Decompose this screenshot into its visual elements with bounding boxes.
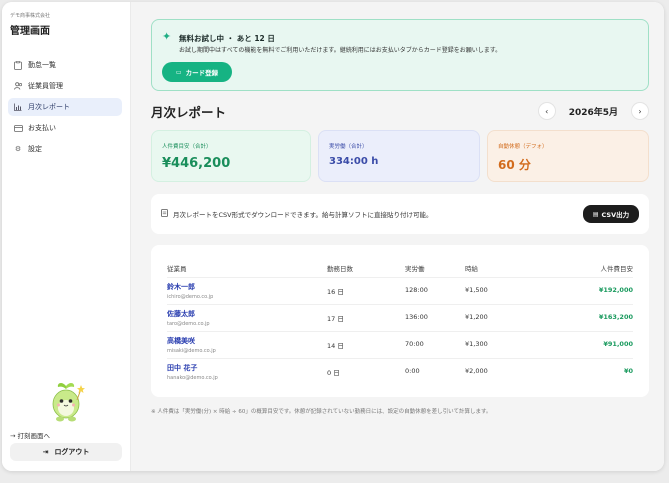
- days-cell: 0 日: [327, 369, 340, 377]
- cost-cell: ¥192,000: [598, 286, 633, 294]
- employee-cell: 田中 花子 hanako@demo.co.jp: [167, 359, 218, 381]
- kpi-value: 334:00 h: [329, 156, 379, 167]
- wage-cell: ¥1,500: [465, 286, 488, 294]
- download-icon: ▤: [592, 210, 599, 218]
- sidebar-item-label: 勤怠一覧: [28, 61, 56, 69]
- next-month-button[interactable]: ›: [632, 103, 648, 119]
- employee-email: taro@demo.co.jp: [167, 321, 210, 327]
- trial-title: 無料お試し中 ・ あと 12 日: [179, 34, 275, 43]
- sidebar-item-employees[interactable]: 従業員管理: [8, 77, 122, 95]
- prev-month-button[interactable]: ‹: [538, 103, 555, 119]
- switch-to-punch-link[interactable]: → 打刻画面へ: [10, 430, 50, 440]
- days-cell: 16 日: [327, 288, 344, 296]
- credit-card-icon: [13, 123, 23, 133]
- csv-export-card: 月次レポートをCSV形式でダウンロードできます。給与計算ソフトに直接貼り付け可能…: [151, 194, 649, 234]
- kpi-label: 実労働（合計）: [329, 144, 368, 150]
- sidebar-nav: 勤怠一覧 従業員管理 月次レポート お支払い ⚙ 設定: [8, 56, 122, 161]
- sidebar-item-settings[interactable]: ⚙ 設定: [8, 140, 122, 158]
- logout-button[interactable]: ⇥ ログアウト: [10, 443, 122, 461]
- table-row[interactable]: 佐藤太郎 taro@demo.co.jp 17 日 136:00 ¥1,200 …: [167, 304, 633, 330]
- cost-cell: ¥163,200: [598, 313, 633, 321]
- sparkle-icon: ✦: [162, 30, 172, 43]
- logout-label: ログアウト: [54, 448, 90, 456]
- sidebar-item-payment[interactable]: お支払い: [8, 119, 122, 137]
- sidebar-item-label: お支払い: [28, 124, 56, 132]
- footnote: ※ 人件費は「実労働(分) × 時給 ÷ 60」の概算目安です。休憩が記録されて…: [151, 409, 492, 415]
- header-hours: 実労働: [405, 265, 425, 273]
- sidebar: デモ商事株式会社 管理画面 勤怠一覧 従業員管理 月次レポート お支払い ⚙ 設…: [2, 2, 130, 471]
- kpi-labor-cost: 人件費目安（合計） ¥446,200: [151, 130, 311, 182]
- cost-cell: ¥0: [623, 367, 633, 375]
- employee-name[interactable]: 佐藤太郎: [167, 309, 210, 319]
- report-table: 従業員 勤務日数 実労働 時給 人件費目安 鈴木一郎 ichiro@demo.c…: [151, 245, 649, 397]
- company-name: デモ商事株式会社: [10, 13, 51, 19]
- wage-cell: ¥1,200: [465, 313, 488, 321]
- employee-email: ichiro@demo.co.jp: [167, 294, 214, 300]
- kpi-label: 自動休憩（デフォ）: [498, 144, 548, 150]
- clipboard-icon: [13, 60, 23, 70]
- sidebar-item-label: 従業員管理: [28, 82, 63, 90]
- sidebar-item-label: 月次レポート: [28, 103, 70, 111]
- admin-title: 管理画面: [10, 26, 50, 37]
- users-icon: [13, 81, 23, 91]
- employee-cell: 高橋美咲 misaki@demo.co.jp: [167, 332, 216, 354]
- trial-description: お試し期間中はすべての機能を無料でご利用いただけます。継続利用にはお支払いタブか…: [179, 47, 502, 54]
- employee-cell: 佐藤太郎 taro@demo.co.jp: [167, 305, 210, 327]
- employee-email: hanako@demo.co.jp: [167, 375, 218, 381]
- days-cell: 14 日: [327, 342, 344, 350]
- kpi-auto-break: 自動休憩（デフォ） 60 分: [487, 130, 649, 182]
- csv-export-button[interactable]: ▤ CSV出力: [583, 205, 639, 223]
- header-days: 勤務日数: [327, 265, 353, 273]
- card-register-button[interactable]: ▭ カード登録: [162, 62, 232, 82]
- mascot-image: [46, 380, 86, 424]
- header-employee: 従業員: [167, 265, 187, 273]
- table-header: 従業員 勤務日数 実労働 時給 人件費目安: [167, 263, 633, 275]
- header-wage: 時給: [465, 265, 478, 273]
- hours-cell: 70:00: [405, 340, 424, 348]
- table-row[interactable]: 高橋美咲 misaki@demo.co.jp 14 日 70:00 ¥1,300…: [167, 331, 633, 357]
- csv-description: 月次レポートをCSV形式でダウンロードできます。給与計算ソフトに直接貼り付け可能…: [173, 211, 433, 219]
- wage-cell: ¥1,300: [465, 340, 488, 348]
- kpi-work-hours: 実労働（合計） 334:00 h: [318, 130, 480, 182]
- employee-name[interactable]: 高橋美咲: [167, 336, 216, 346]
- current-month: 2026年5月: [568, 107, 618, 118]
- hours-cell: 128:00: [405, 286, 428, 294]
- kpi-label: 人件費目安（合計）: [162, 144, 212, 150]
- days-cell: 17 日: [327, 315, 344, 323]
- sidebar-item-monthly-report[interactable]: 月次レポート: [8, 98, 122, 116]
- trial-banner: ✦ 無料お試し中 ・ あと 12 日 お試し期間中はすべての機能を無料でご利用い…: [151, 19, 649, 91]
- month-navigator: ‹ 2026年5月 ›: [538, 103, 648, 119]
- card-register-label: カード登録: [185, 69, 219, 77]
- chevron-left-icon: ‹: [545, 106, 549, 116]
- hours-cell: 136:00: [405, 313, 428, 321]
- table-row[interactable]: 田中 花子 hanako@demo.co.jp 0 日 0:00 ¥2,000 …: [167, 358, 633, 384]
- wage-cell: ¥2,000: [465, 367, 488, 375]
- page-title: 月次レポート: [151, 105, 227, 120]
- bar-chart-icon: [13, 102, 23, 112]
- kpi-value: 60 分: [498, 158, 531, 172]
- hours-cell: 0:00: [405, 367, 420, 375]
- logout-icon: ⇥: [42, 448, 49, 456]
- sidebar-item-label: 設定: [28, 145, 42, 153]
- main-content: ✦ 無料お試し中 ・ あと 12 日 お試し期間中はすべての機能を無料でご利用い…: [130, 2, 664, 471]
- gear-icon: ⚙: [14, 145, 22, 153]
- employee-cell: 鈴木一郎 ichiro@demo.co.jp: [167, 278, 213, 300]
- csv-export-label: CSV出力: [601, 211, 630, 219]
- employee-name[interactable]: 鈴木一郎: [167, 282, 213, 292]
- document-icon: [161, 209, 168, 219]
- employee-email: misaki@demo.co.jp: [167, 348, 216, 354]
- app-window: デモ商事株式会社 管理画面 勤怠一覧 従業員管理 月次レポート お支払い ⚙ 設…: [2, 2, 664, 471]
- cost-cell: ¥91,000: [603, 340, 633, 348]
- table-row[interactable]: 鈴木一郎 ichiro@demo.co.jp 16 日 128:00 ¥1,50…: [167, 277, 633, 303]
- header-cost: 人件費目安: [600, 265, 634, 273]
- credit-card-icon: ▭: [175, 68, 182, 76]
- kpi-value: ¥446,200: [162, 156, 231, 171]
- employee-name[interactable]: 田中 花子: [167, 363, 218, 373]
- chevron-right-icon: ›: [638, 106, 642, 116]
- sidebar-item-attendance[interactable]: 勤怠一覧: [8, 56, 122, 74]
